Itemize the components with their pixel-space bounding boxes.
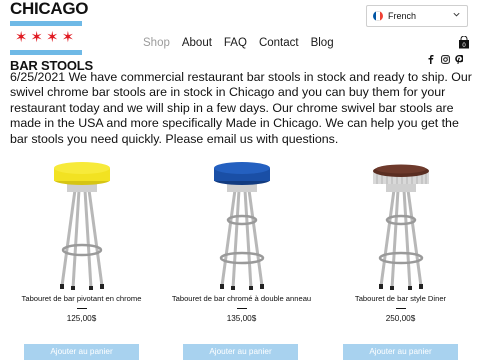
product-name[interactable]: Tabouret de bar pivotant en chrome — [4, 294, 159, 304]
product-name[interactable]: Tabouret de bar chromé à double anneau — [164, 294, 319, 304]
cart-icon[interactable]: 0 — [458, 35, 470, 49]
bar-stool-yellow-image[interactable] — [27, 158, 137, 290]
logo-title: CHICAGO — [10, 0, 89, 18]
flag-stars: ✶✶✶✶ — [14, 29, 78, 46]
bar-stool-brown-image[interactable] — [346, 158, 456, 290]
product-price: 125,00$ — [66, 314, 97, 323]
chevron-down-icon — [452, 10, 461, 21]
bar-stool-blue-image[interactable] — [187, 158, 297, 290]
nav-about[interactable]: About — [182, 37, 212, 49]
language-selector[interactable]: French — [366, 5, 468, 27]
product-card[interactable]: Tabouret de bar style Diner 250,00$ — [323, 158, 478, 323]
add-to-cart-button[interactable]: Ajouter au panier — [24, 344, 139, 360]
pinterest-icon[interactable] — [454, 54, 465, 66]
product-card[interactable]: Tabouret de bar pivotant en chrome 125,0… — [4, 158, 159, 323]
france-flag-icon — [373, 11, 383, 21]
chicago-flag-graphic: ✶✶✶✶ — [10, 21, 82, 55]
product-card[interactable]: Tabouret de bar chromé à double anneau 1… — [164, 158, 319, 323]
add-to-cart-button[interactable]: Ajouter au panier — [343, 344, 458, 360]
instagram-icon[interactable] — [440, 55, 450, 66]
site-logo[interactable]: CHICAGO ✶✶✶✶ — [10, 0, 89, 55]
nav-blog[interactable]: Blog — [311, 37, 334, 49]
add-to-cart-button[interactable]: Ajouter au panier — [183, 344, 298, 360]
main-nav: Shop About FAQ Contact Blog — [143, 37, 346, 49]
divider — [395, 308, 406, 309]
nav-contact[interactable]: Contact — [259, 37, 299, 49]
nav-faq[interactable]: FAQ — [224, 37, 247, 49]
product-price: 250,00$ — [385, 314, 416, 323]
product-price: 135,00$ — [226, 314, 257, 323]
language-label: French — [388, 11, 417, 21]
intro-paragraph: 6/25/2021 We have commercial restaurant … — [10, 70, 472, 146]
divider — [76, 308, 87, 309]
nav-shop[interactable]: Shop — [143, 37, 170, 49]
social-bar — [426, 54, 465, 66]
facebook-icon[interactable] — [426, 55, 436, 66]
product-name[interactable]: Tabouret de bar style Diner — [323, 294, 478, 304]
divider — [236, 308, 247, 309]
